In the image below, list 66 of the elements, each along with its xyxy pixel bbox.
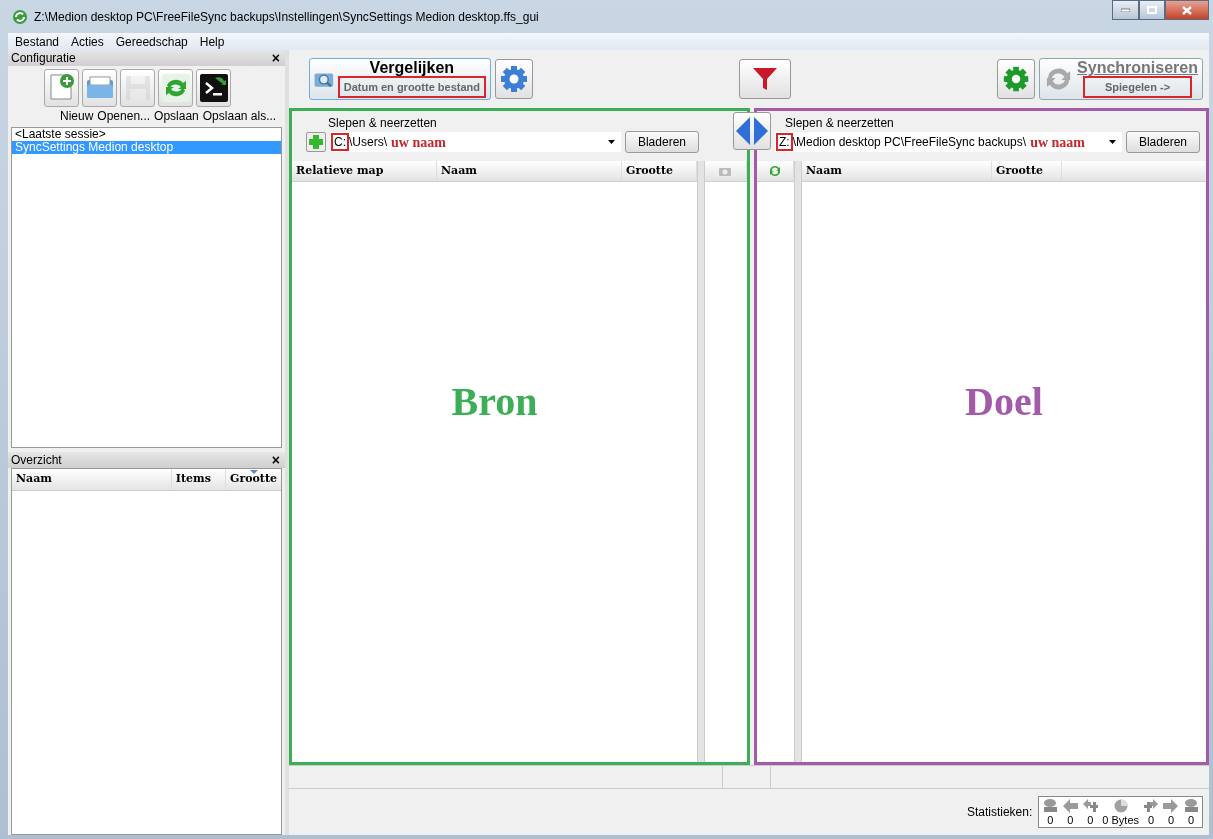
dropdown-caret-icon xyxy=(607,140,615,144)
maximize-button[interactable] xyxy=(1139,0,1165,20)
column-header[interactable]: Naam xyxy=(437,161,622,181)
filter-button[interactable] xyxy=(739,59,791,99)
right-arrow-icon xyxy=(1163,798,1179,814)
statistic-value: 0 xyxy=(1167,814,1175,826)
synchronize-button[interactable]: Synchroniseren Spiegelen -> xyxy=(1039,58,1203,100)
column-header[interactable]: Naam xyxy=(802,161,992,181)
column-header[interactable]: Relatieve map xyxy=(292,161,437,181)
menu-item[interactable]: Help xyxy=(199,32,225,51)
column-header[interactable]: Naam xyxy=(12,469,171,490)
path-field[interactable]: C: \Users\ uw naam xyxy=(330,132,621,152)
caption-label: Slepen & neerzetten xyxy=(327,115,438,131)
gear-icon xyxy=(1001,64,1031,94)
column-header[interactable]: Grootte xyxy=(225,469,281,490)
toolbar-label: Openen... xyxy=(97,108,151,125)
browse-button[interactable]: Bladeren xyxy=(624,131,699,153)
close-button[interactable]: × xyxy=(271,51,280,65)
add-folder-button[interactable] xyxy=(306,132,326,152)
sync-settings-button[interactable] xyxy=(997,59,1035,99)
panel-title: Configuratie xyxy=(11,50,76,67)
maximize-icon xyxy=(1147,6,1157,14)
statistics-label: Statistieken: xyxy=(966,804,1033,821)
pie-chart-icon xyxy=(1112,798,1129,814)
close-button[interactable]: × xyxy=(271,453,280,467)
dropdown-caret-icon xyxy=(1108,140,1116,144)
toolbar-label: Opslaan als... xyxy=(202,108,277,125)
sync-icon xyxy=(769,165,781,177)
statistic-value: 0 xyxy=(1087,814,1094,826)
swap-arrows-icon xyxy=(735,116,769,146)
statistic-value: 0 xyxy=(1147,814,1155,826)
menu-item[interactable]: Bestand xyxy=(15,32,60,51)
compare-button[interactable]: Vergelijken Datum en grootte bestand xyxy=(309,58,491,100)
left-arrow-icon xyxy=(1062,798,1079,814)
window-title: Z:\Medion desktop PC\FreeFileSync backups\Instellingen\SyncSettings Medion desktop.ffs_gui xyxy=(34,8,539,26)
statistic-value: 0 xyxy=(1187,814,1195,826)
caption-label: Slepen & neerzetten xyxy=(784,115,895,131)
terminal-icon xyxy=(197,72,230,104)
swap-sides-button[interactable] xyxy=(733,112,771,150)
settings-button[interactable] xyxy=(495,59,533,99)
menu-item[interactable]: Gereedschap xyxy=(115,32,188,51)
menu-item[interactable]: Acties xyxy=(71,32,104,51)
session-item[interactable]: <Laatste sessie> xyxy=(12,128,281,141)
minimize-button[interactable] xyxy=(1112,0,1139,20)
close-button[interactable] xyxy=(1165,0,1209,20)
toolbar-button[interactable] xyxy=(196,69,231,107)
pane-label: Bron xyxy=(451,378,538,426)
close-icon xyxy=(1182,5,1192,15)
toolbar-label: Opslaan xyxy=(154,108,199,125)
funnel-icon xyxy=(752,66,778,92)
gear-icon xyxy=(498,63,530,95)
statistic-value: 0 Bytes xyxy=(1102,814,1139,826)
statistic-value: 0 xyxy=(1067,814,1074,826)
column-header[interactable]: Items xyxy=(170,469,225,490)
minimize-icon xyxy=(1121,8,1130,12)
camera-icon xyxy=(719,166,732,176)
column-header[interactable]: Grootte xyxy=(992,161,1062,181)
sync-icon xyxy=(12,8,28,25)
pane-label: Doel xyxy=(965,378,1043,426)
plus-icon xyxy=(308,134,324,150)
toolbar-label: Nieuw xyxy=(60,108,94,125)
refresh-icon xyxy=(159,72,192,104)
statistic-value: 0 xyxy=(1047,814,1054,826)
browse-button[interactable]: Bladeren xyxy=(1125,131,1200,153)
panel-title: Overzicht xyxy=(11,452,62,469)
path-field[interactable]: Z: \Medion desktop PC\FreeFileSync backups\ uw naam xyxy=(775,132,1122,152)
